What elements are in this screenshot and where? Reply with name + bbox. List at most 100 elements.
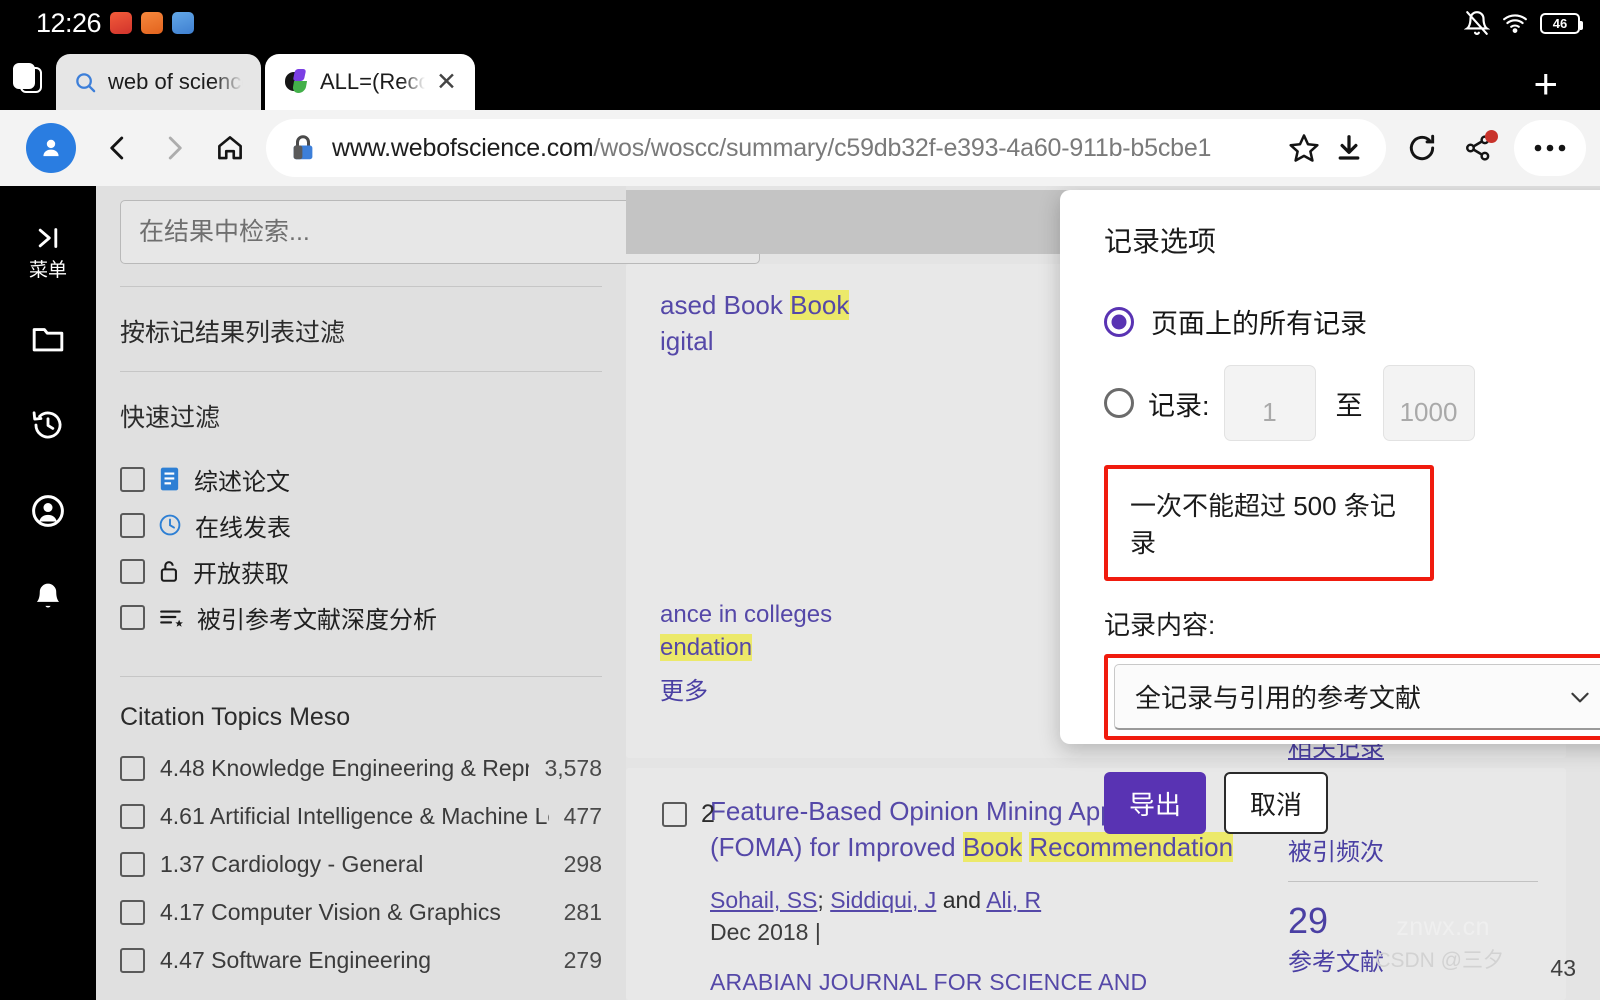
url-domain: www.webofscience.com: [332, 133, 594, 162]
sidebar-item-history[interactable]: [0, 382, 96, 468]
warning-text: 一次不能超过 500 条记录: [1130, 491, 1396, 558]
checkbox[interactable]: [120, 466, 145, 492]
record-title-highlight: Book: [790, 290, 850, 320]
sidebar-item-notifications[interactable]: [0, 554, 96, 640]
document-icon: [158, 466, 181, 492]
range-to-input[interactable]: 1000: [1382, 365, 1475, 441]
author-link[interactable]: Siddiqui, J: [830, 887, 936, 913]
status-clock: 12:26: [36, 7, 102, 38]
radio-button[interactable]: [1104, 306, 1134, 337]
checkbox[interactable]: [662, 802, 687, 827]
more-options-icon[interactable]: [1514, 120, 1586, 176]
reload-icon[interactable]: [1394, 120, 1450, 176]
checkbox[interactable]: [120, 803, 145, 829]
radio-button[interactable]: [1104, 388, 1134, 418]
dialog-actions: 导出 取消: [1104, 772, 1600, 834]
tab-switcher-icon[interactable]: [0, 46, 56, 110]
range-from-input[interactable]: 1: [1223, 365, 1316, 441]
record-content-highlight: 全记录与引用的参考文献: [1104, 654, 1600, 740]
battery-indicator: 46: [1540, 12, 1583, 34]
record-authors: Sohail, SS; Siddiqui, J and Ali, R: [710, 887, 1270, 914]
chevron-left-icon[interactable]: [90, 120, 146, 176]
watermark-primary: znwx.cn: [1396, 913, 1490, 941]
sidebar-item-menu-label: 菜单: [28, 259, 67, 281]
radio-option-record-range[interactable]: 记录: 1 至 1000: [1104, 365, 1600, 441]
citation-topics-title: Citation Topics Meso: [120, 703, 351, 731]
quick-filter-label: 被引参考文献深度分析: [197, 606, 437, 634]
page-viewport: 菜单 在结果中检索... 按标记结果列表过滤 快速过滤 综述论文 在线发表 开放…: [0, 186, 1600, 1000]
author-conjunction: and: [936, 887, 987, 914]
quick-filter-open-access[interactable]: 开放获取: [120, 548, 602, 594]
author-separator: ;: [817, 887, 831, 914]
home-icon[interactable]: [202, 120, 258, 176]
browser-tab-inactive[interactable]: web of science: [56, 54, 261, 110]
citation-topic-label: 4.47 Software Engineering: [160, 946, 432, 973]
record-select[interactable]: 2: [662, 800, 715, 829]
notification-dot: [1485, 130, 1498, 143]
checkbox[interactable]: [120, 512, 145, 538]
url-bar[interactable]: www.webofscience.com/wos/woscc/summary/c…: [266, 119, 1386, 177]
wifi-icon: [1501, 10, 1529, 36]
search-icon: [74, 71, 97, 94]
quick-filter-early-access[interactable]: 在线发表: [120, 502, 602, 548]
url-text: www.webofscience.com/wos/woscc/summary/c…: [332, 134, 1274, 163]
record-content-select[interactable]: 全记录与引用的参考文献: [1114, 664, 1600, 730]
checkbox[interactable]: [120, 558, 145, 584]
chevron-right-icon: [146, 120, 202, 176]
download-icon[interactable]: [1334, 133, 1364, 163]
record-title-line2: igital: [660, 325, 714, 356]
quick-filter-enriched-cited-references[interactable]: 被引参考文献深度分析: [120, 594, 602, 640]
checkbox[interactable]: [120, 947, 145, 973]
citation-topic-row[interactable]: 4.61 Artificial Intelligence & Machine L…: [120, 792, 602, 840]
browser-tab-strip: web of science ALL=(Reco ✕ +: [0, 46, 1600, 110]
share-icon[interactable]: [1450, 120, 1506, 176]
citation-topic-row[interactable]: 4.17 Computer Vision & Graphics 281: [120, 888, 602, 936]
sidebar-item-folder[interactable]: [0, 296, 96, 382]
author-link[interactable]: Sohail, SS: [710, 887, 817, 913]
citation-topic-row[interactable]: 1.37 Cardiology - General 298: [120, 840, 602, 888]
plus-icon[interactable]: +: [1533, 62, 1558, 104]
record-journal[interactable]: ARABIAN JOURNAL FOR SCIENCE AND ENGINEER…: [710, 969, 1270, 1000]
checkbox[interactable]: [120, 899, 145, 925]
padlock-icon: [288, 133, 318, 163]
marked-list-filter-title: 按标记结果列表过滤: [120, 319, 346, 347]
browser-tab-active[interactable]: ALL=(Reco ✕: [265, 54, 475, 110]
citation-topic-row[interactable]: 4.48 Knowledge Engineering & Represe… 3,…: [120, 744, 602, 792]
expand-menu-icon: [31, 225, 65, 251]
export-button[interactable]: 导出: [1104, 772, 1206, 834]
star-icon[interactable]: [1288, 132, 1320, 164]
sidebar-item-account[interactable]: [0, 468, 96, 554]
citation-topic-count: 281: [563, 898, 602, 925]
account-icon: [30, 493, 66, 529]
citation-topic-label: 1.37 Cardiology - General: [160, 850, 424, 877]
radio-option-all-records-on-page[interactable]: 页面上的所有记录: [1104, 302, 1600, 341]
chevron-down-icon[interactable]: [1567, 684, 1593, 710]
record-content-label: 记录内容:: [1104, 610, 1216, 640]
record-date: Dec 2018 |: [710, 919, 821, 946]
profile-avatar-icon[interactable]: [26, 123, 76, 173]
status-bar-right: 46: [1464, 10, 1583, 36]
bell-muted-icon: [1464, 10, 1490, 36]
citation-topic-count: 477: [563, 802, 602, 829]
checkbox[interactable]: [120, 604, 145, 630]
author-link[interactable]: Ali, R: [986, 887, 1041, 913]
blue-weather-icon: [172, 12, 195, 34]
bell-icon: [31, 579, 65, 615]
radio-label: 页面上的所有记录: [1151, 309, 1367, 339]
analysis-icon: [158, 605, 184, 629]
citation-topic-count: 3,578: [544, 754, 602, 781]
cited-label: 被引频次: [1288, 838, 1384, 866]
record-number: 2: [701, 800, 715, 828]
cancel-button[interactable]: 取消: [1224, 772, 1328, 834]
folder-icon: [30, 323, 66, 355]
export-records-dialog[interactable]: 记录选项 页面上的所有记录 记录: 1 至 1000 一次不能超过 500 条记…: [1060, 190, 1600, 834]
checkbox[interactable]: [120, 851, 145, 877]
sidebar-item-menu[interactable]: 菜单: [0, 210, 96, 296]
tab-label: web of science: [108, 69, 243, 94]
record-title-line2-plain: (FOMA) for Improved: [710, 831, 963, 862]
checkbox[interactable]: [120, 755, 145, 781]
citation-topic-row[interactable]: 4.47 Software Engineering 279: [120, 936, 602, 984]
quick-filter-review-articles[interactable]: 综述论文: [120, 456, 602, 502]
close-icon[interactable]: ✕: [436, 69, 457, 95]
watermark-secondary: CSDN @三夕: [1375, 949, 1504, 972]
